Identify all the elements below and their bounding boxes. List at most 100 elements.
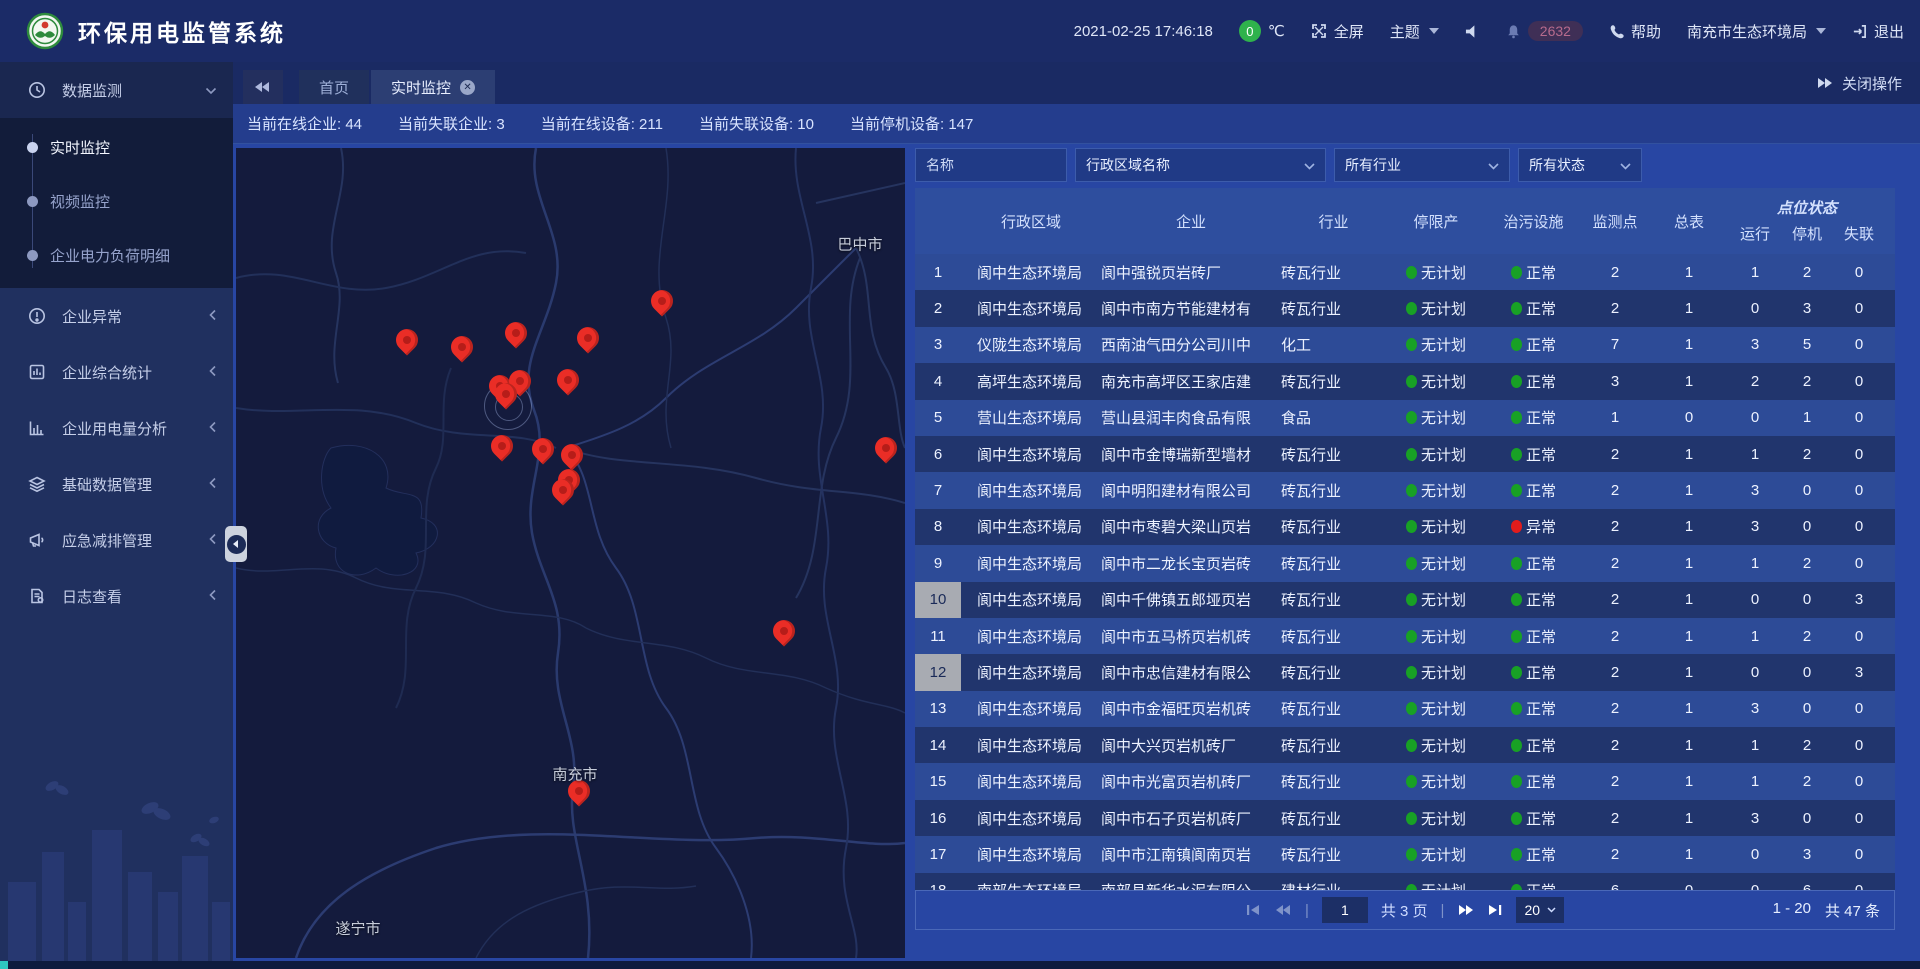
table-row[interactable]: 3 仪陇生态环境局 西南油气田分公司川中 化工 无计划 正常 7 1 3 5 0 (915, 327, 1895, 363)
bar-chart-icon (26, 419, 48, 437)
table-row[interactable]: 1 阆中生态环境局 阆中强锐页岩砖厂 砖瓦行业 无计划 正常 2 1 1 2 0 (915, 254, 1895, 290)
sidebar-item-label: 基础数据管理 (62, 474, 209, 495)
sidebar-item[interactable]: 企业综合统计 (0, 344, 233, 400)
theme-dropdown[interactable]: 主题 (1390, 21, 1439, 42)
first-page-button[interactable] (1246, 904, 1262, 916)
limit-status-cell: 无计划 (1386, 472, 1486, 508)
region-cell: 阆中生态环境局 (961, 800, 1101, 836)
table-row[interactable]: 14 阆中生态环境局 阆中大兴页岩机砖厂 砖瓦行业 无计划 正常 2 1 1 2… (915, 727, 1895, 763)
industry-filter-select[interactable]: 所有行业 (1334, 148, 1510, 182)
speaker-icon (1465, 24, 1480, 39)
sidebar-item[interactable]: 企业异常 (0, 288, 233, 344)
row-index-cell: 12 (915, 654, 961, 690)
facility-status-cell: 正常 (1486, 254, 1581, 290)
region-cell: 阆中生态环境局 (961, 618, 1101, 654)
previous-page-button[interactable] (1275, 904, 1292, 916)
offline-count-cell: 0 (1833, 290, 1885, 326)
map-city-label: 南充市 (552, 764, 597, 785)
company-cell: 阆中市二龙长宝页岩砖 (1101, 545, 1281, 581)
sidebar-item[interactable]: 应急减排管理 (0, 512, 233, 568)
tab-realtime-monitor[interactable]: 实时监控 ✕ (371, 70, 495, 104)
sidebar-subitem[interactable]: 实时监控 (0, 120, 233, 174)
name-filter-input[interactable] (926, 157, 1056, 173)
total-meter-cell: 1 (1649, 763, 1729, 799)
table-row[interactable]: 12 阆中生态环境局 阆中市忠信建材有限公 砖瓦行业 无计划 正常 2 1 0 … (915, 654, 1895, 690)
status-dot-icon (1511, 448, 1522, 461)
enterprise-panel: 行政区域名称 所有行业 所有状态 (915, 148, 1910, 969)
table-row[interactable]: 11 阆中生态环境局 阆中市五马桥页岩机砖 砖瓦行业 无计划 正常 2 1 1 … (915, 618, 1895, 654)
name-filter-field[interactable] (915, 148, 1067, 182)
sidebar-collapse-handle[interactable] (225, 526, 247, 562)
sidebar-item[interactable]: 数据监测 (0, 62, 233, 118)
table-row[interactable]: 7 阆中生态环境局 阆中明阳建材有限公司 砖瓦行业 无计划 正常 2 1 3 0… (915, 472, 1895, 508)
monitor-points-cell: 2 (1581, 800, 1649, 836)
industry-cell: 砖瓦行业 (1281, 727, 1386, 763)
status-dot-icon (1511, 593, 1522, 606)
table-row[interactable]: 2 阆中生态环境局 阆中市南方节能建材有 砖瓦行业 无计划 正常 2 1 0 3… (915, 290, 1895, 326)
total-meter-cell: 1 (1649, 582, 1729, 618)
status-dot-icon (1511, 484, 1522, 497)
stopped-count-cell: 3 (1781, 836, 1833, 872)
table-row[interactable]: 6 阆中生态环境局 阆中市金博瑞新型墙材 砖瓦行业 无计划 正常 2 1 1 2… (915, 436, 1895, 472)
page-size-select[interactable]: 20 (1516, 897, 1564, 923)
chevron-down-icon (1547, 907, 1556, 913)
table-row[interactable]: 9 阆中生态环境局 阆中市二龙长宝页岩砖 砖瓦行业 无计划 正常 2 1 1 2… (915, 545, 1895, 581)
user-org-dropdown[interactable]: 南充市生态环境局 (1687, 21, 1826, 42)
close-operations-button[interactable]: 关闭操作 (1816, 62, 1902, 104)
region-filter-select[interactable]: 行政区域名称 (1075, 148, 1326, 182)
table-row[interactable]: 4 高坪生态环境局 南充市高坪区王家店建 砖瓦行业 无计划 正常 3 1 2 2… (915, 363, 1895, 399)
running-count-cell: 1 (1729, 545, 1781, 581)
stat-item: 当前失联设备: 10 (699, 113, 814, 134)
running-count-cell: 0 (1729, 400, 1781, 436)
monitor-points-cell: 2 (1581, 727, 1649, 763)
table-row[interactable]: 15 阆中生态环境局 阆中市光富页岩机砖厂 砖瓦行业 无计划 正常 2 1 1 … (915, 763, 1895, 799)
help-button[interactable]: 帮助 (1609, 21, 1661, 42)
region-cell: 阆中生态环境局 (961, 509, 1101, 545)
total-meter-cell: 1 (1649, 472, 1729, 508)
status-dot-icon (1406, 375, 1417, 388)
company-cell: 南充市高坪区王家店建 (1101, 363, 1281, 399)
status-dot-icon (1406, 666, 1417, 679)
table-row[interactable]: 18 南部生态环境局 南部县新华水泥有限公 建材行业 无计划 正常 6 0 0 … (915, 873, 1895, 890)
tab-home[interactable]: 首页 (299, 70, 369, 104)
region-cell: 阆中生态环境局 (961, 290, 1101, 326)
chevron-down-icon (1488, 157, 1499, 173)
stopped-count-cell: 2 (1781, 436, 1833, 472)
notifications-button[interactable]: 2632 (1506, 21, 1583, 41)
close-tab-icon[interactable]: ✕ (460, 80, 475, 95)
status-dot-icon (1511, 666, 1522, 679)
next-page-button[interactable] (1457, 904, 1474, 916)
table-row[interactable]: 17 阆中生态环境局 阆中市江南镇阆南页岩 砖瓦行业 无计划 正常 2 1 0 … (915, 836, 1895, 872)
tabs-scroll-left-button[interactable] (243, 70, 283, 104)
status-dot-icon (1511, 812, 1522, 825)
table-row[interactable]: 16 阆中生态环境局 阆中市石子页岩机砖厂 砖瓦行业 无计划 正常 2 1 3 … (915, 800, 1895, 836)
stat-item: 当前在线企业: 44 (247, 113, 362, 134)
industry-cell: 砖瓦行业 (1281, 472, 1386, 508)
table-row[interactable]: 13 阆中生态环境局 阆中市金福旺页岩机砖 砖瓦行业 无计划 正常 2 1 3 … (915, 691, 1895, 727)
sidebar-group: 基础数据管理 (0, 456, 233, 512)
mute-button[interactable] (1465, 24, 1480, 39)
table-row[interactable]: 8 阆中生态环境局 阆中市枣碧大梁山页岩 砖瓦行业 无计划 异常 2 1 3 0… (915, 509, 1895, 545)
logout-button[interactable]: 退出 (1852, 21, 1904, 42)
facility-status-cell: 正常 (1486, 327, 1581, 363)
skyline-decoration (0, 764, 233, 969)
fullscreen-button[interactable]: 全屏 (1311, 21, 1364, 42)
running-count-cell: 1 (1729, 436, 1781, 472)
offline-count-cell: 0 (1833, 436, 1885, 472)
offline-count-cell: 0 (1833, 545, 1885, 581)
sidebar-subitem[interactable]: 视频监控 (0, 174, 233, 228)
sidebar-item[interactable]: 基础数据管理 (0, 456, 233, 512)
last-page-button[interactable] (1487, 904, 1503, 916)
sidebar-item[interactable]: 日志查看 (0, 568, 233, 624)
map-panel[interactable]: 巴中市南充市遂宁市 (236, 148, 905, 958)
offline-count-cell: 0 (1833, 509, 1885, 545)
company-cell: 南部县新华水泥有限公 (1101, 873, 1281, 890)
sidebar-item[interactable]: 企业用电量分析 (0, 400, 233, 456)
page-number-input[interactable]: 1 (1322, 897, 1368, 923)
status-filter-select[interactable]: 所有状态 (1518, 148, 1642, 182)
total-meter-cell: 1 (1649, 327, 1729, 363)
sidebar-subitem[interactable]: 企业电力负荷明细 (0, 228, 233, 282)
table-row[interactable]: 5 营山生态环境局 营山县润丰肉食品有限 食品 无计划 正常 1 0 0 1 0 (915, 400, 1895, 436)
table-row[interactable]: 10 阆中生态环境局 阆中千佛镇五郎垭页岩 砖瓦行业 无计划 正常 2 1 0 … (915, 582, 1895, 618)
offline-count-cell: 0 (1833, 727, 1885, 763)
